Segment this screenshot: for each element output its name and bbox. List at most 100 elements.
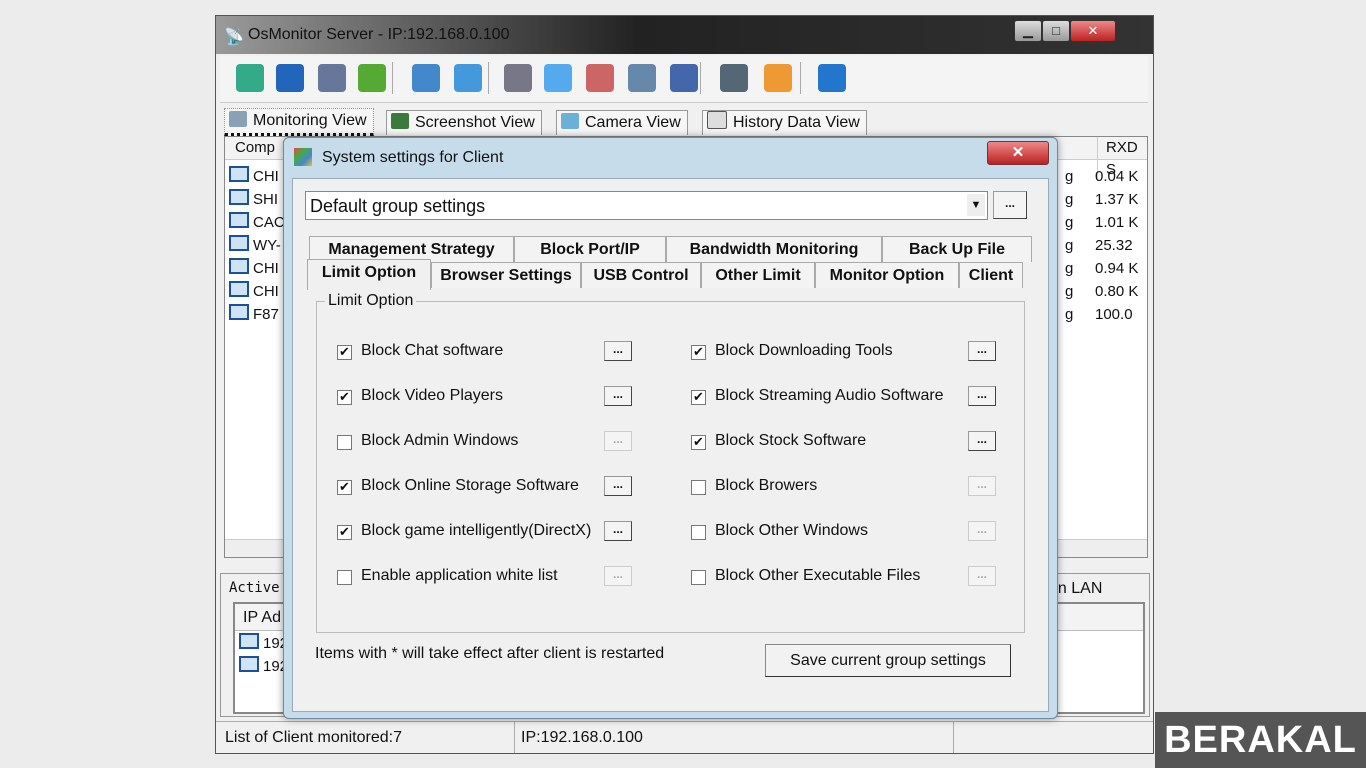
tab-browser-settings[interactable]: Browser Settings	[431, 262, 581, 288]
toolbar	[220, 56, 1148, 103]
notepad-icon	[707, 111, 727, 129]
label-block-video-players: Block Video Players	[361, 387, 503, 404]
cell: g	[1065, 168, 1074, 185]
details-button-enable-application-white-list[interactable]: ...	[604, 566, 632, 586]
details-button-block-other-executable-files[interactable]: ...	[968, 566, 996, 586]
checkbox-block-chat-software[interactable]: ✔	[337, 345, 352, 360]
rxd-speed: 25.32	[1095, 237, 1133, 254]
checkbox-block-streaming-audio-software[interactable]: ✔	[691, 390, 706, 405]
group-select[interactable]: Default group settings ▼	[305, 191, 988, 220]
magnifier-icon	[229, 111, 247, 127]
list-item[interactable]: 192	[239, 655, 288, 678]
details-button-block-streaming-audio-software[interactable]: ...	[968, 386, 996, 406]
checkbox-block-downloading-tools[interactable]: ✔	[691, 345, 706, 360]
user-list-icon[interactable]	[764, 64, 792, 92]
label-enable-application-white-list: Enable application white list	[361, 567, 558, 584]
computer-icon	[229, 258, 249, 274]
checkbox-block-admin-windows[interactable]	[337, 435, 352, 450]
users-icon[interactable]	[358, 64, 386, 92]
dialog-title: System settings for Client	[322, 149, 504, 166]
restart-note: Items with * will take effect after clie…	[315, 645, 665, 662]
windows-icon	[294, 148, 312, 166]
status-divider	[953, 722, 954, 753]
groupbox-title: Limit Option	[325, 292, 417, 310]
tab-client[interactable]: Client	[959, 262, 1023, 288]
email-icon[interactable]	[544, 64, 572, 92]
label-block-online-storage-software: Block Online Storage Software	[361, 477, 579, 494]
label-block-stock-software: Block Stock Software	[715, 432, 867, 449]
maximize-button[interactable]: □	[1042, 20, 1070, 42]
tab-other-limit[interactable]: Other Limit	[701, 262, 815, 288]
column-computer[interactable]: Comp	[235, 137, 275, 159]
label-block-other-windows: Block Other Windows	[715, 522, 868, 539]
log-icon[interactable]	[720, 64, 748, 92]
computer-icon	[229, 212, 249, 228]
checkbox-block-stock-software[interactable]: ✔	[691, 435, 706, 450]
usb-icon[interactable]	[454, 64, 482, 92]
cell: g	[1065, 237, 1074, 254]
chevron-down-icon[interactable]: ▼	[967, 194, 985, 216]
tab-camera-view[interactable]: Camera View	[556, 110, 688, 135]
limit-option-groupbox: Limit Option ✔ Block Chat software ... ✔ …	[316, 292, 1025, 633]
rxd-speed: 0.04 K	[1095, 168, 1139, 185]
tab-monitor-option[interactable]: Monitor Option	[815, 262, 959, 288]
close-button[interactable]: ✕	[1070, 20, 1116, 42]
checkbox-block-online-storage-software[interactable]: ✔	[337, 480, 352, 495]
tab-history-data-view[interactable]: History Data View	[702, 110, 867, 135]
cell: g	[1065, 306, 1074, 323]
active-title: Active	[229, 580, 280, 596]
tab-usb-control[interactable]: USB Control	[581, 262, 701, 288]
list-item[interactable]: 192	[239, 632, 288, 655]
tab-block-port-ip[interactable]: Block Port/IP	[514, 236, 666, 262]
details-button-block-chat-software[interactable]: ...	[604, 341, 632, 361]
checkbox-block-other-executable-files[interactable]	[691, 570, 706, 585]
computer-icon	[229, 189, 249, 205]
cell: g	[1065, 191, 1074, 208]
tab-screenshot-view[interactable]: Screenshot View	[386, 110, 542, 135]
details-button-block-online-storage-software[interactable]: ...	[604, 476, 632, 496]
network-icon[interactable]	[412, 64, 440, 92]
dialog-body: Default group settings ▼ ... Management …	[292, 178, 1049, 712]
help-icon[interactable]	[818, 64, 846, 92]
computer-icon	[239, 633, 259, 649]
camera-icon	[561, 113, 579, 129]
checkbox-block-other-windows[interactable]	[691, 525, 706, 540]
details-button-block-game-intelligently-directx[interactable]: ...	[604, 521, 632, 541]
toolbar-separator	[700, 62, 701, 94]
tab-back-up-file[interactable]: Back Up File	[882, 236, 1032, 262]
group-select-value: Default group settings	[310, 196, 486, 216]
tab-bandwidth-monitoring[interactable]: Bandwidth Monitoring	[666, 236, 882, 262]
dialog-close-button[interactable]: ✕	[987, 141, 1049, 165]
screen-icon[interactable]	[504, 64, 532, 92]
checkbox-enable-application-white-list[interactable]	[337, 570, 352, 585]
group-browse-button[interactable]: ...	[993, 191, 1027, 219]
tab-limit-option[interactable]: Limit Option	[307, 259, 431, 290]
column-ip[interactable]: IP Ad	[243, 609, 281, 627]
minimize-button[interactable]: ▁	[1014, 20, 1042, 42]
tab-label: Screenshot View	[415, 114, 535, 131]
checkbox-block-game-intelligently-directx[interactable]: ✔	[337, 525, 352, 540]
monitor-gear-icon[interactable]	[318, 64, 346, 92]
details-button-block-browers[interactable]: ...	[968, 476, 996, 496]
checkbox-block-browers[interactable]	[691, 480, 706, 495]
computer-name: CAC	[253, 214, 285, 231]
system-settings-dialog: System settings for Client ✕ Default gro…	[283, 137, 1058, 719]
save-group-settings-button[interactable]: Save current group settings	[765, 644, 1011, 677]
details-button-block-video-players[interactable]: ...	[604, 386, 632, 406]
details-button-block-stock-software[interactable]: ...	[968, 431, 996, 451]
label-block-other-executable-files: Block Other Executable Files	[715, 567, 921, 584]
status-bar: List of Client monitored:7 IP:192.168.0.…	[216, 721, 1153, 753]
globe-icon[interactable]	[276, 64, 304, 92]
disk-icon[interactable]	[670, 64, 698, 92]
windows-stack-icon[interactable]	[628, 64, 656, 92]
windows-icon[interactable]	[236, 64, 264, 92]
watermark-logo: BERAKAL	[1155, 712, 1366, 768]
cell: g	[1065, 260, 1074, 277]
details-button-block-downloading-tools[interactable]: ...	[968, 341, 996, 361]
document-icon[interactable]	[586, 64, 614, 92]
tab-monitoring-view[interactable]: Monitoring View	[224, 108, 374, 136]
label-block-admin-windows: Block Admin Windows	[361, 432, 519, 449]
details-button-block-other-windows[interactable]: ...	[968, 521, 996, 541]
checkbox-block-video-players[interactable]: ✔	[337, 390, 352, 405]
details-button-block-admin-windows[interactable]: ...	[604, 431, 632, 451]
